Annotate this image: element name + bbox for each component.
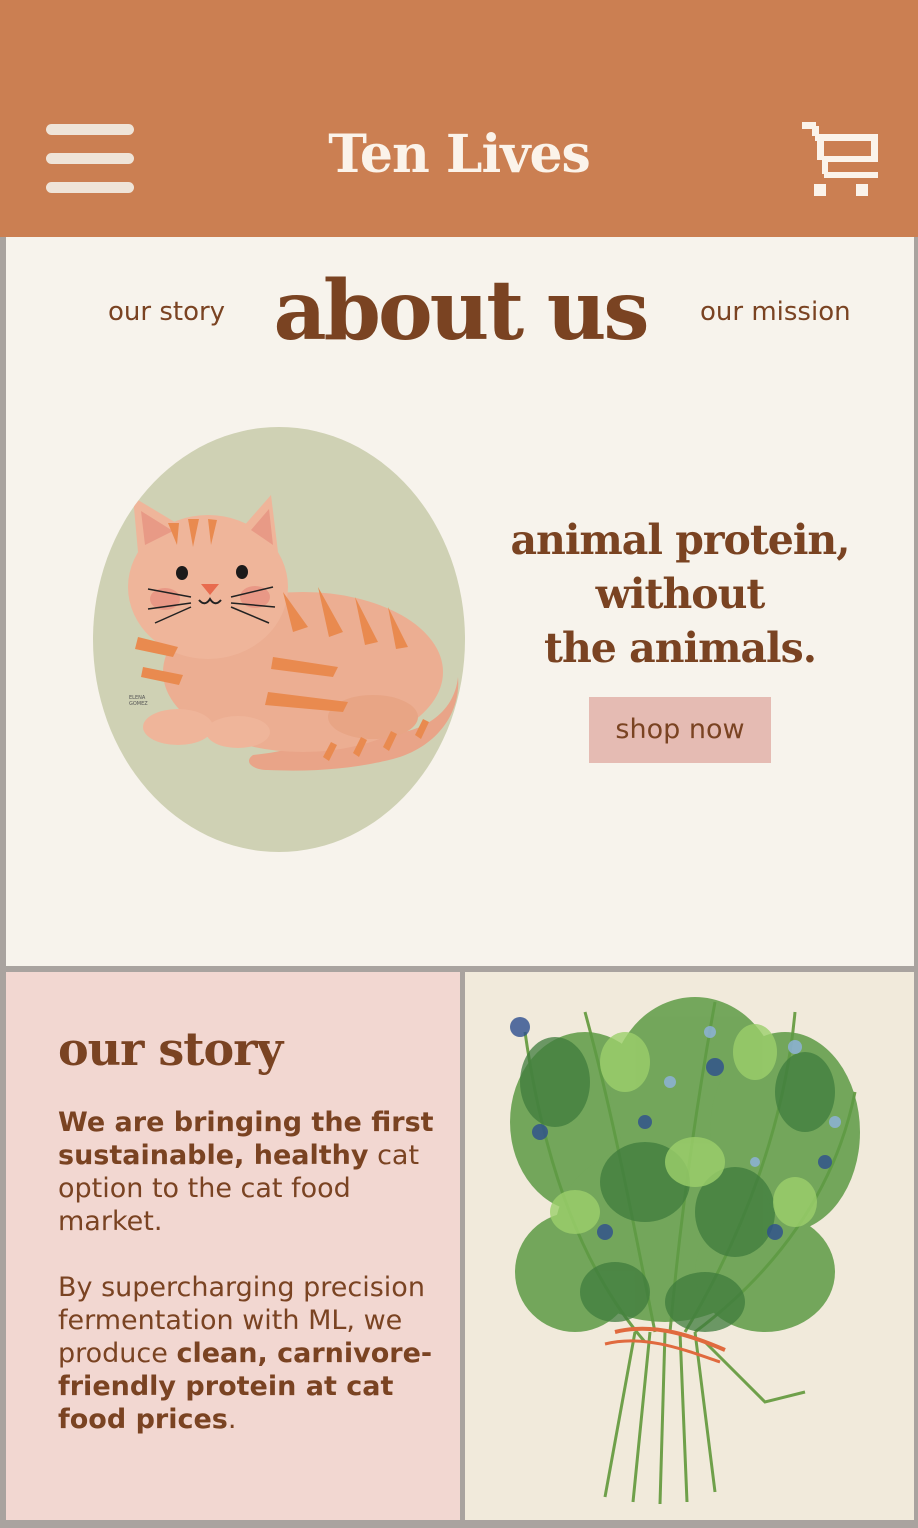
story-paragraph: We are bringing the first sustainable, h… bbox=[58, 1106, 438, 1238]
brand-logo[interactable]: Ten Lives bbox=[0, 124, 918, 185]
tagline-line: animal protein, bbox=[510, 516, 850, 564]
tagline-line: without bbox=[595, 570, 766, 618]
svg-text:GOMEZ: GOMEZ bbox=[129, 701, 148, 707]
story-paragraph: By supercharging precision fermentation … bbox=[58, 1271, 438, 1436]
shopping-cart-icon[interactable] bbox=[800, 122, 882, 200]
cat-illustration: ELENA GOMEZ bbox=[93, 427, 465, 852]
nav-link-our-mission[interactable]: our mission bbox=[700, 297, 851, 327]
herb-illustration bbox=[465, 972, 914, 1520]
tagline-line: the animals. bbox=[544, 624, 817, 672]
story-text-span: . bbox=[227, 1404, 237, 1435]
hero-tagline: animal protein, without the animals. bbox=[490, 513, 870, 675]
shop-now-button[interactable]: shop now bbox=[589, 697, 771, 763]
story-body: We are bringing the first sustainable, h… bbox=[58, 1106, 438, 1436]
story-heading: our story bbox=[58, 1022, 283, 1076]
about-hero-section: our story about us our mission ELENA GOM… bbox=[6, 237, 914, 966]
our-story-section: our story We are bringing the first sust… bbox=[6, 972, 460, 1520]
top-header: Ten Lives bbox=[0, 0, 918, 237]
